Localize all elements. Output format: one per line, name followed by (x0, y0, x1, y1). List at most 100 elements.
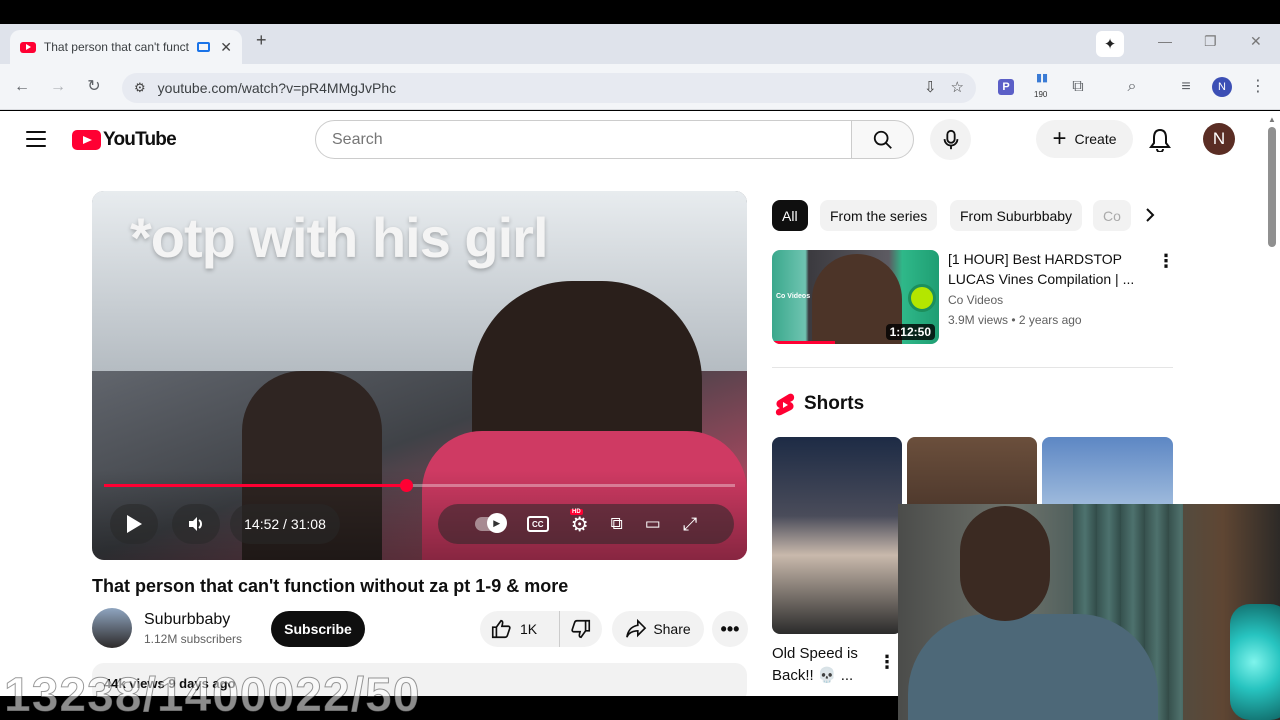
url-text[interactable]: youtube.com/watch?v=pR4MMgJvPhc (158, 80, 397, 96)
gemini-sparkle-icon[interactable]: ✦ (1096, 31, 1124, 57)
browser-tab[interactable]: That person that can't function without … (10, 30, 242, 64)
progress-bar[interactable] (104, 479, 735, 492)
notifications-bell-icon[interactable] (1149, 128, 1171, 157)
browser-tab-strip: That person that can't function without … (0, 24, 1280, 64)
video-title: That person that can't function without … (92, 576, 569, 596)
share-arrow-icon (626, 619, 647, 638)
microphone-icon (943, 129, 958, 149)
search-button[interactable] (851, 120, 914, 159)
recommended-more-icon[interactable]: ⋮ (1157, 252, 1175, 270)
theater-mode-icon[interactable]: ▭ (645, 514, 661, 534)
create-button[interactable]: + Create (1036, 120, 1133, 158)
chip-from-the-series[interactable]: From the series (820, 200, 938, 231)
scroll-up-arrow-icon[interactable]: ▲ (1268, 115, 1276, 124)
subtitles-cc-icon[interactable]: CC (526, 516, 549, 532)
recommended-title[interactable]: [1 HOUR] Best HARDSTOP LUCAS Vines Compi… (948, 249, 1148, 289)
youtube-play-icon (72, 130, 101, 150)
browser-profile-avatar[interactable]: N (1212, 77, 1232, 97)
short-more-icon[interactable]: ⋮ (878, 652, 896, 673)
browser-toolbar: ← → ↻ ⚙ youtube.com/watch?v=pR4MMgJvPhc … (0, 64, 1280, 110)
back-arrow-icon[interactable]: ← (12, 77, 32, 97)
watched-progress (772, 341, 836, 344)
subscribe-button[interactable]: Subscribe (271, 611, 365, 647)
media-control-icon[interactable]: ≡ (1176, 77, 1196, 97)
thumbs-up-icon (491, 619, 511, 639)
extension-badge: 190 (1034, 90, 1048, 99)
chip-co[interactable]: Co (1093, 200, 1131, 231)
co-videos-logo-icon (908, 284, 936, 312)
youtube-favicon-icon (20, 41, 36, 53)
chevron-right-icon[interactable] (1138, 203, 1162, 227)
hd-badge: HD (570, 509, 583, 515)
thumbs-down-icon (571, 619, 591, 639)
chip-all[interactable]: All (772, 200, 808, 231)
share-button[interactable]: Share (612, 611, 704, 647)
subscriber-count: 1.12M subscribers (144, 632, 243, 646)
channel-name[interactable]: Suburbbaby (144, 611, 230, 629)
progress-played (104, 484, 407, 487)
autoplay-toggle[interactable] (474, 513, 507, 533)
close-window-button[interactable]: ✕ (1250, 33, 1262, 50)
reload-icon[interactable]: ↻ (84, 77, 104, 97)
dislike-button[interactable] (560, 611, 602, 647)
settings-gear-icon[interactable]: ⚙ (571, 512, 589, 537)
forward-arrow-icon[interactable]: → (48, 77, 68, 97)
webcam-overlay (898, 504, 1280, 720)
webcam-person-head (960, 506, 1050, 621)
site-info-icon[interactable]: ⚙ (134, 80, 146, 96)
voice-search-button[interactable] (930, 119, 971, 160)
extension-p-icon[interactable]: P (998, 79, 1014, 95)
recommended-thumbnail[interactable]: Co Videos 1:12:50 (772, 250, 939, 344)
miniplayer-icon[interactable]: ⧉ (611, 514, 623, 534)
new-tab-button[interactable]: + (256, 30, 267, 51)
tab-media-icon (197, 42, 211, 52)
like-dislike-group: 1K (480, 611, 602, 647)
tab-title: That person that can't function without … (43, 40, 189, 54)
chip-from-suburbbaby[interactable]: From Suburbbaby (950, 200, 1083, 231)
youtube-wordmark: YouTube (103, 129, 177, 150)
video-caption-text: *otp with his girl (130, 206, 549, 269)
short-thumbnail[interactable] (772, 437, 902, 634)
share-label: Share (653, 621, 691, 637)
play-icon (127, 515, 142, 533)
recommended-channel[interactable]: Co Videos (948, 293, 1003, 307)
more-actions-button[interactable]: ••• (712, 611, 748, 647)
player-right-controls: CC ⚙ ⧉ ▭ ⤢ (438, 504, 734, 544)
create-label: Create (1074, 131, 1117, 147)
shorts-heading: Shorts (804, 393, 865, 414)
account-avatar[interactable]: N (1203, 123, 1235, 155)
like-count: 1K (520, 621, 538, 637)
page-scrollbar[interactable] (1268, 127, 1276, 247)
address-bar[interactable]: ⚙ youtube.com/watch?v=pR4MMgJvPhc ⇩ ☆ (122, 73, 976, 103)
install-app-icon[interactable]: ⇩ (924, 78, 937, 96)
channel-avatar[interactable] (92, 608, 132, 648)
shorts-logo-icon (775, 393, 795, 416)
tab-search-icon[interactable]: ⌕ (1122, 77, 1142, 97)
video-player[interactable]: *otp with his girl 14:52 / 31:08 CC ⚙ ⧉ … (92, 191, 747, 560)
restore-button[interactable]: ❐ (1204, 33, 1217, 50)
bookmark-star-icon[interactable]: ☆ (951, 78, 964, 96)
short-title[interactable]: Old Speed is Back!! 💀 ... (772, 643, 882, 687)
time-display: 14:52 / 31:08 (230, 504, 340, 544)
volume-button[interactable] (172, 504, 220, 544)
volume-icon (189, 517, 202, 531)
thumbnail-text: Co Videos (776, 293, 811, 300)
fullscreen-icon[interactable]: ⤢ (683, 514, 697, 535)
chrome-menu-icon[interactable]: ⋮ (1248, 77, 1268, 97)
minimize-button[interactable]: — (1158, 33, 1172, 49)
webcam-person-body (908, 614, 1158, 720)
hamburger-menu-icon[interactable] (26, 131, 46, 147)
plus-icon: + (1052, 125, 1067, 152)
tab-close-icon[interactable]: ✕ (218, 39, 234, 56)
recommended-meta: 3.9M views • 2 years ago (948, 313, 1082, 327)
like-button[interactable]: 1K (480, 611, 560, 647)
extension-chart-icon[interactable]: ▮▮ (1036, 71, 1048, 84)
youtube-logo[interactable]: YouTube (72, 129, 177, 151)
section-divider (772, 367, 1173, 368)
stream-counter-overlay: 13238/1400022/50 (3, 669, 421, 720)
extensions-puzzle-icon[interactable]: ⧉ (1068, 77, 1088, 97)
video-duration: 1:12:50 (885, 324, 935, 340)
search-input[interactable]: Search (315, 120, 852, 159)
webcam-lamp (1230, 604, 1280, 720)
play-button[interactable] (110, 504, 158, 544)
